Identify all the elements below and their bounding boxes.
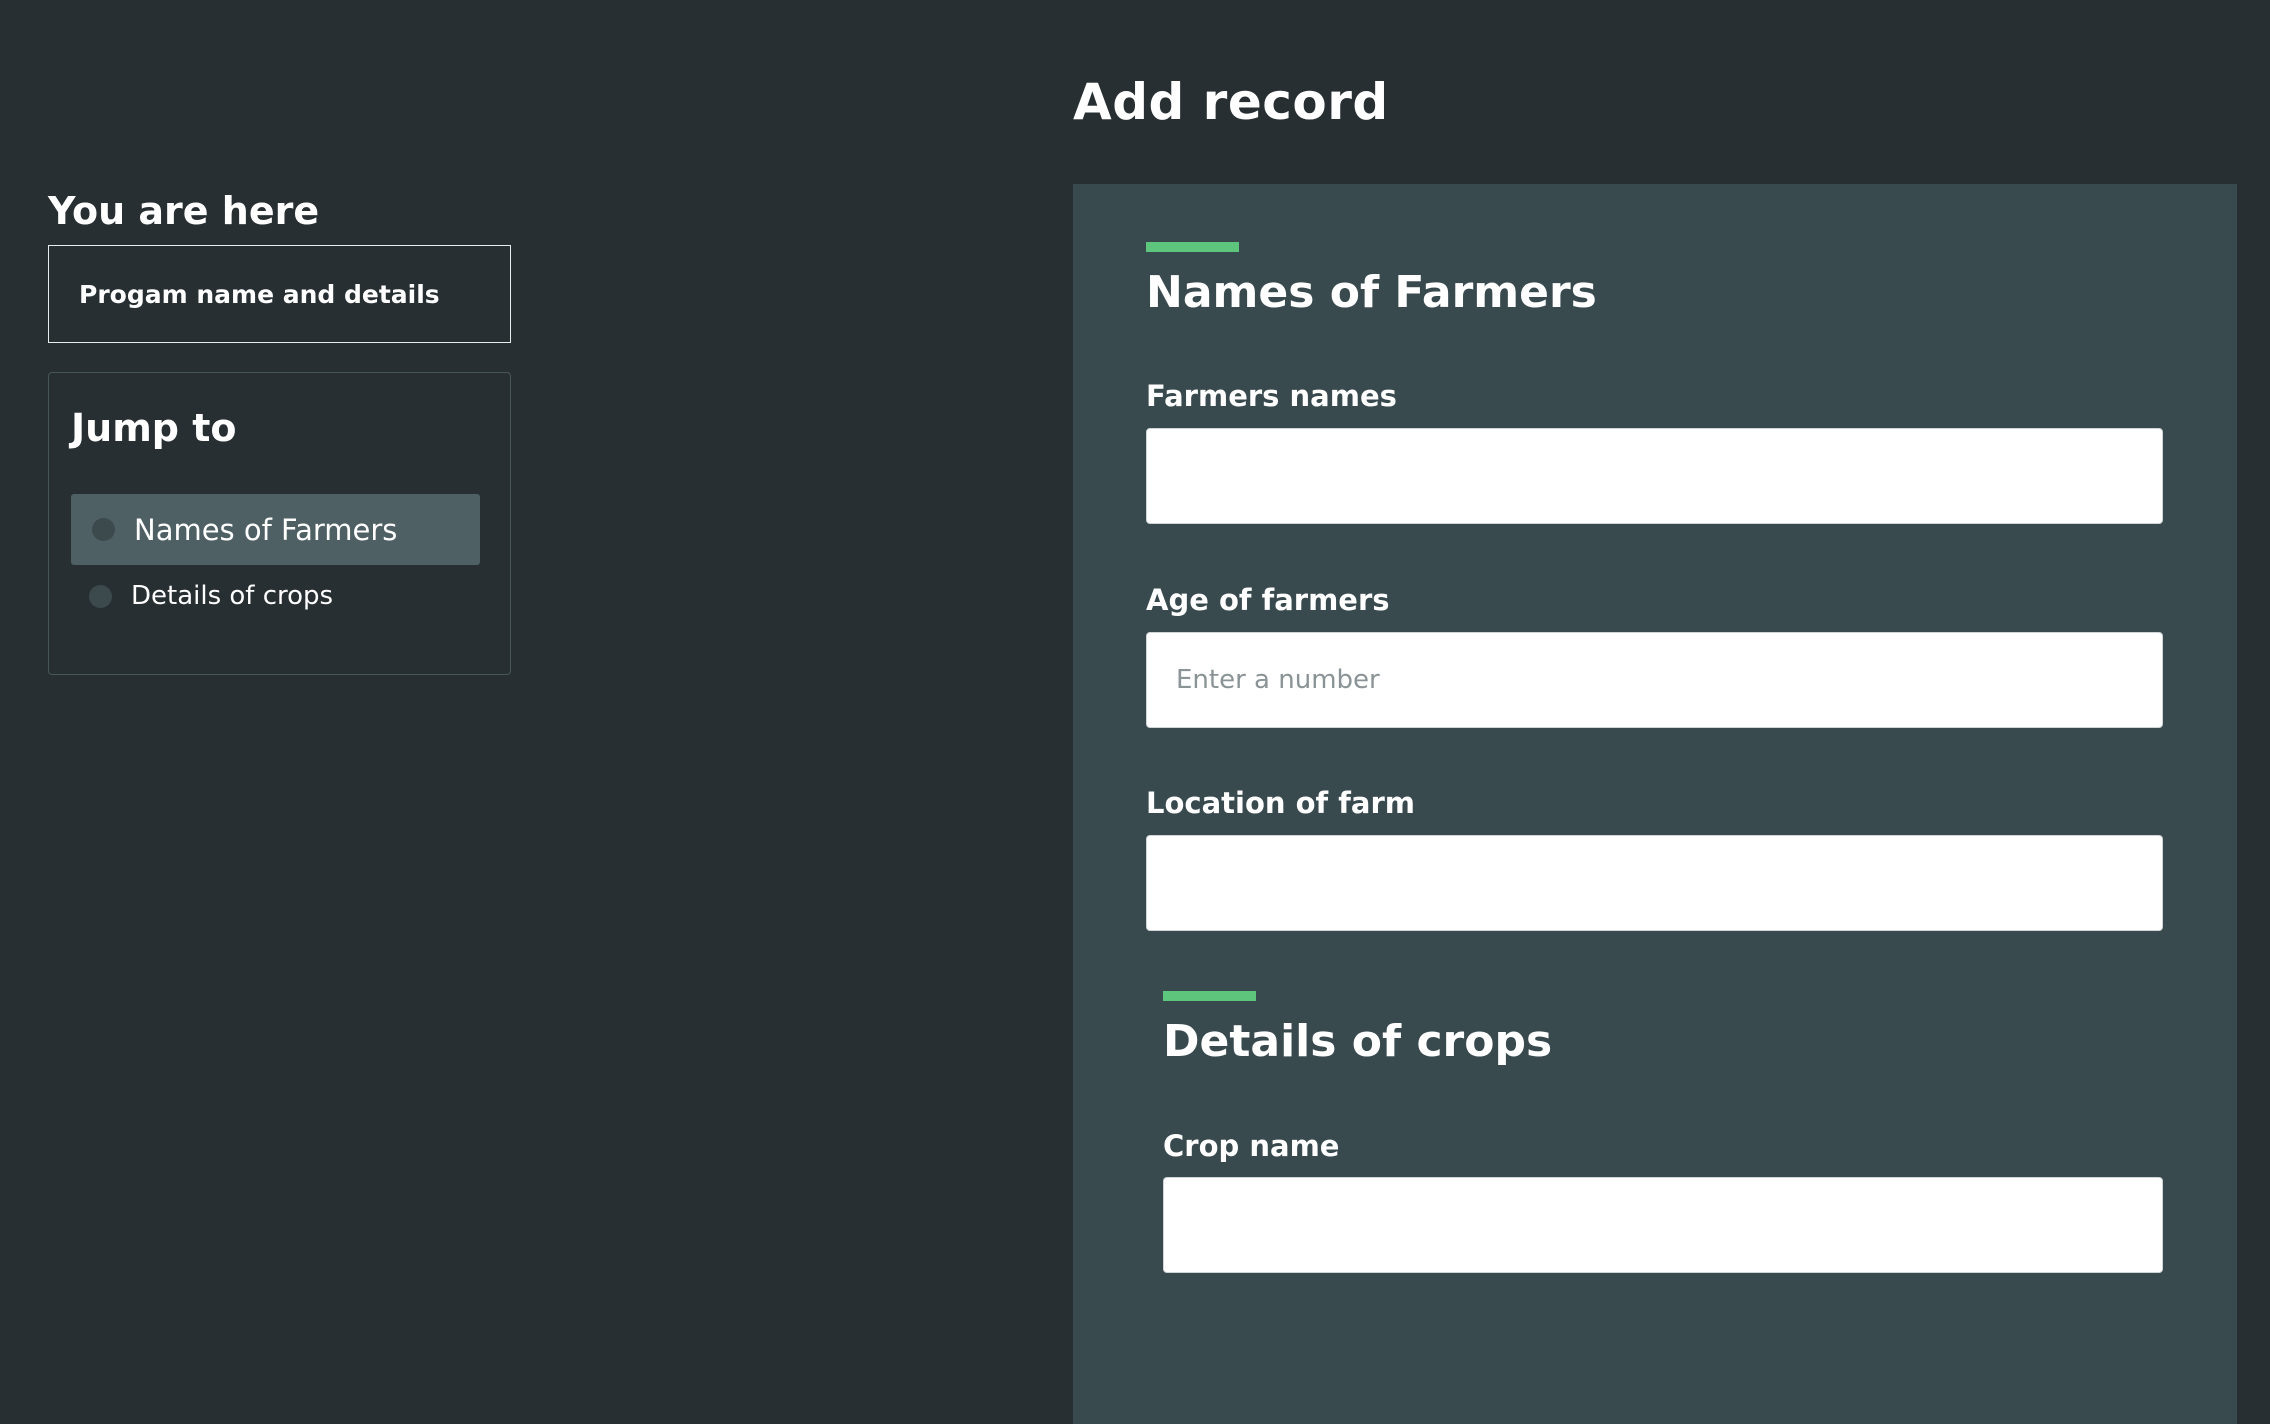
current-location-box: Progam name and details bbox=[48, 245, 511, 343]
you-are-here-heading: You are here bbox=[48, 189, 320, 233]
jump-item-label: Names of Farmers bbox=[134, 512, 398, 547]
age-of-farmers-label: Age of farmers bbox=[1146, 583, 1390, 617]
bullet-dot-icon bbox=[92, 518, 115, 541]
crop-name-label: Crop name bbox=[1163, 1129, 1340, 1163]
jump-item-details-of-crops[interactable]: Details of crops bbox=[87, 568, 333, 624]
jump-item-names-of-farmers[interactable]: Names of Farmers bbox=[71, 494, 480, 565]
farmers-names-input[interactable] bbox=[1146, 428, 2163, 524]
jump-to-heading: Jump to bbox=[71, 406, 237, 450]
farmers-names-label: Farmers names bbox=[1146, 379, 1397, 413]
section-title-names-of-farmers: Names of Farmers bbox=[1146, 267, 1597, 318]
section-title-details-of-crops: Details of crops bbox=[1163, 1016, 1553, 1067]
jump-item-label: Details of crops bbox=[131, 581, 334, 611]
jump-to-nav: Jump to Names of Farmers Details of crop… bbox=[48, 372, 511, 675]
crop-name-input[interactable] bbox=[1163, 1177, 2163, 1273]
bullet-dot-icon bbox=[89, 584, 112, 608]
section-accent-bar bbox=[1146, 242, 1239, 252]
page-title: Add record bbox=[1073, 73, 1389, 131]
current-location-label: Progam name and details bbox=[79, 279, 440, 309]
location-of-farm-label: Location of farm bbox=[1146, 786, 1415, 820]
location-of-farm-input[interactable] bbox=[1146, 835, 2163, 931]
section-accent-bar bbox=[1163, 991, 1256, 1001]
form-panel: Names of Farmers Farmers names Age of fa… bbox=[1073, 184, 2237, 1424]
age-of-farmers-input[interactable] bbox=[1146, 632, 2163, 728]
